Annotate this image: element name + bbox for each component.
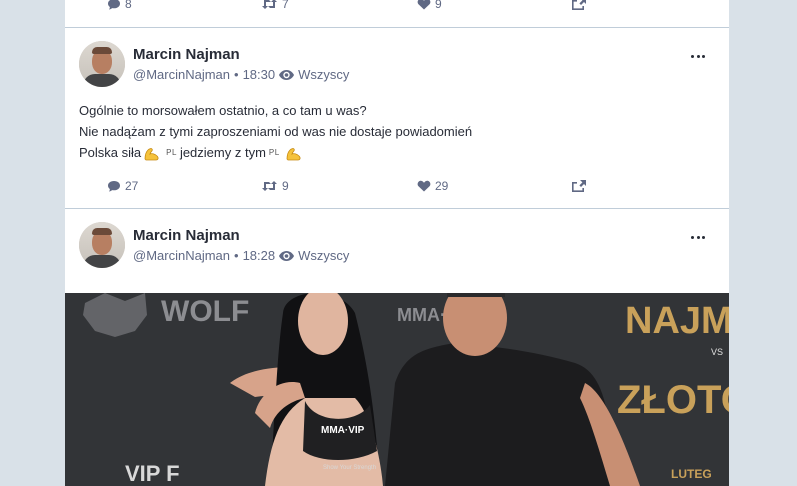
status-actions: 27 9 29 — [107, 179, 729, 197]
media-text-mma-vip: MMA·VIP — [321, 425, 365, 436]
share-icon — [572, 180, 586, 192]
flag-pl: PL — [268, 148, 280, 157]
more-icon — [691, 54, 694, 58]
share-button[interactable] — [571, 179, 587, 192]
media-text-naj: NAJM — [625, 300, 729, 342]
reblog-icon — [262, 181, 277, 191]
reply-icon — [108, 180, 120, 192]
status-actions: 8 7 9 — [107, 0, 729, 15]
status-item[interactable]: Marcin Najman @MarcinNajman • 18:28 Wszy… — [65, 209, 729, 486]
media-attachment[interactable]: WOLF MMA·S·PL NAJM VS ZŁOTO LUTEG VIP F … — [65, 293, 729, 486]
favourite-button[interactable]: 29 — [417, 179, 448, 193]
reblog-button[interactable]: 9 — [261, 179, 289, 193]
avatar[interactable] — [79, 41, 125, 87]
account-handle[interactable]: @MarcinNajman — [133, 67, 230, 82]
reply-count: 27 — [125, 179, 139, 193]
reply-icon — [108, 0, 120, 10]
favourite-count: 9 — [435, 0, 442, 11]
media-text-zloto: ZŁOTO — [617, 378, 729, 422]
reblog-count: 7 — [282, 0, 289, 11]
display-name[interactable]: Marcin Najman — [133, 46, 240, 63]
star-icon — [417, 0, 431, 10]
timeline-column: 8 7 9 Marcin Najman @MarcinNajman • 18:3… — [65, 0, 729, 486]
media-text-vs: VS — [711, 347, 723, 357]
content-text: jedziemy z tym — [179, 145, 266, 160]
status-item[interactable]: Marcin Najman @MarcinNajman • 18:30 Wszy… — [65, 28, 729, 209]
eye-icon — [279, 69, 295, 80]
status-content: Ogólnie to morsowałem ostatnio, a co tam… — [79, 100, 472, 163]
flex-emoji-icon — [286, 147, 301, 160]
eye-icon — [279, 250, 295, 261]
avatar[interactable] — [79, 222, 125, 268]
account-handle[interactable]: @MarcinNajman — [133, 248, 230, 263]
status-meta: @MarcinNajman • 18:28 Wszyscy — [133, 248, 349, 263]
display-name[interactable]: Marcin Najman — [133, 227, 240, 244]
reblog-count: 9 — [282, 179, 289, 193]
status-time[interactable]: 18:28 — [243, 248, 276, 263]
visibility-label: Wszyscy — [298, 67, 350, 82]
flex-emoji-icon — [144, 147, 159, 160]
reblog-button[interactable]: 7 — [261, 0, 289, 11]
status-time[interactable]: 18:30 — [243, 67, 276, 82]
status-meta: @MarcinNajman • 18:30 Wszyscy — [133, 67, 349, 82]
favourite-count: 29 — [435, 179, 449, 193]
favourite-button[interactable]: 9 — [417, 0, 442, 11]
reblog-icon — [262, 0, 277, 9]
content-line: Polska siła PL jedziemy z tym PL — [79, 142, 472, 163]
flag-pl: PL — [166, 148, 177, 157]
more-menu-button[interactable] — [691, 230, 705, 244]
status-previous: 8 7 9 — [65, 0, 729, 28]
share-icon — [572, 0, 586, 10]
more-icon — [691, 235, 694, 239]
more-menu-button[interactable] — [691, 49, 705, 63]
media-text-lutego: LUTEG — [671, 467, 712, 481]
media-text-wolf: WOLF — [161, 295, 249, 328]
content-line: Ogólnie to morsowałem ostatnio, a co tam… — [79, 103, 367, 118]
media-text-vipf: VIP F — [125, 461, 180, 486]
separator: • — [234, 248, 239, 263]
media-text-show: Show Your Strength — [323, 465, 376, 471]
star-icon — [417, 180, 431, 192]
visibility-label: Wszyscy — [298, 248, 350, 263]
reply-button[interactable]: 27 — [107, 179, 138, 193]
reply-button[interactable]: 8 — [107, 0, 132, 11]
photo-illustration: WOLF MMA·S·PL NAJM VS ZŁOTO LUTEG VIP F … — [65, 293, 729, 486]
content-line: Nie nadążam z tymi zaproszeniami od was … — [79, 124, 473, 139]
share-button[interactable] — [571, 0, 587, 10]
separator: • — [234, 67, 239, 82]
content-text: Polska siła — [79, 145, 142, 160]
reply-count: 8 — [125, 0, 132, 11]
